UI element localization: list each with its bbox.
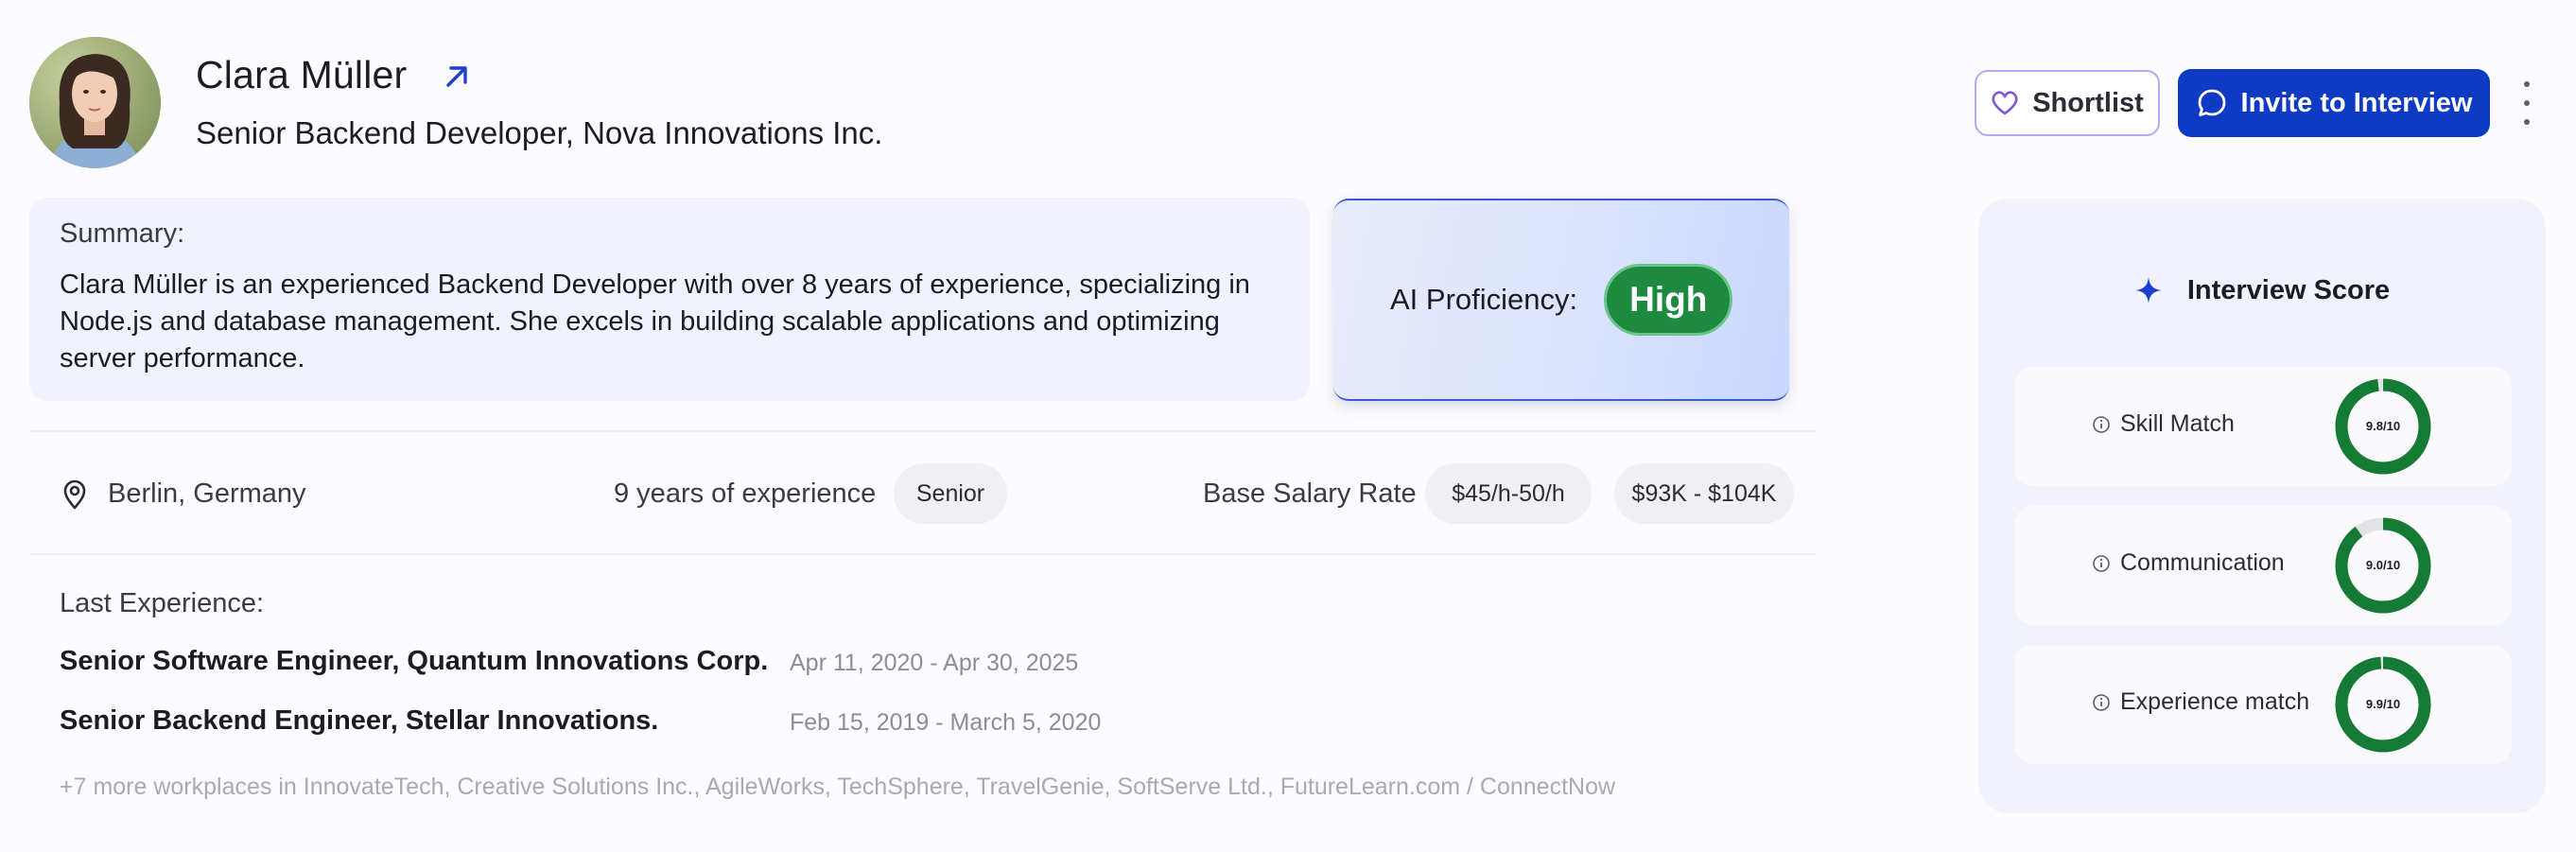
score-ring: 9.0/10 — [2335, 517, 2431, 614]
candidate-name: Clara Müller — [196, 53, 408, 96]
info-icon[interactable] — [2092, 554, 2111, 573]
chat-bubble-icon — [2198, 89, 2225, 116]
interview-score-header: Interview Score — [1978, 267, 2546, 314]
experience-title: Senior Backend Engineer, Stellar Innovat… — [60, 705, 659, 736]
score-value: 9.8/10 — [2366, 419, 2400, 433]
heart-icon — [1992, 91, 2018, 115]
summary-label: Summary: — [60, 218, 185, 249]
interview-score-title: Interview Score — [2186, 274, 2391, 305]
experience-dates: Apr 11, 2020 - Apr 30, 2025 — [790, 650, 1079, 676]
location-pin-icon — [63, 479, 86, 510]
score-label-wrap: Experience match — [2092, 688, 2309, 716]
shortlist-label: Shortlist — [2032, 87, 2144, 118]
sparkle-icon — [2134, 277, 2162, 304]
score-label-wrap: Communication — [2092, 549, 2285, 577]
external-link-icon[interactable] — [441, 61, 473, 93]
score-card: Communication 9.0/10 — [2014, 506, 2512, 625]
more-options-icon[interactable] — [2515, 81, 2538, 125]
score-ring: 9.9/10 — [2335, 656, 2431, 753]
ai-proficiency-label: AI Proficiency: — [1390, 283, 1578, 316]
annual-salary-badge: $93K - $104K — [1614, 463, 1794, 524]
ai-proficiency-box: AI Proficiency: High — [1333, 199, 1789, 401]
score-ring: 9.8/10 — [2335, 378, 2431, 475]
divider — [29, 430, 1817, 432]
seniority-badge: Senior — [894, 463, 1007, 524]
score-value: 9.0/10 — [2366, 558, 2400, 572]
interview-score-panel: Interview Score Skill Match 9.8/10 Commu… — [1978, 199, 2546, 813]
invite-label: Invite to Interview — [2240, 87, 2473, 118]
shortlist-button[interactable]: Shortlist — [1975, 70, 2160, 136]
invite-to-interview-button[interactable]: Invite to Interview — [2178, 69, 2490, 137]
experience-title: Senior Software Engineer, Quantum Innova… — [60, 646, 769, 676]
score-label: Experience match — [2120, 688, 2310, 715]
candidate-card: Clara Müller Senior Backend Developer, N… — [0, 0, 2576, 852]
info-icon[interactable] — [2092, 693, 2111, 712]
experience-item: Senior Backend Engineer, Stellar Innovat… — [60, 705, 1762, 743]
ai-proficiency-badge: High — [1604, 264, 1733, 336]
score-card: Skill Match 9.8/10 — [2014, 367, 2512, 486]
salary-label: Base Salary Rate — [1203, 478, 1417, 509]
divider — [29, 553, 1817, 555]
info-icon[interactable] — [2092, 415, 2111, 434]
candidate-role: Senior Backend Developer, Nova Innovatio… — [196, 115, 883, 150]
hourly-rate-badge: $45/h-50/h — [1425, 463, 1592, 524]
location-text: Berlin, Germany — [108, 478, 306, 509]
score-label-wrap: Skill Match — [2092, 410, 2235, 438]
experience-item: Senior Software Engineer, Quantum Innova… — [60, 646, 1762, 684]
score-value: 9.9/10 — [2366, 697, 2400, 711]
more-workplaces-text: +7 more workplaces in InnovateTech, Crea… — [60, 774, 1616, 800]
experience-dates: Feb 15, 2019 - March 5, 2020 — [790, 709, 1102, 736]
score-label: Communication — [2120, 549, 2285, 576]
summary-box: Summary: Clara Müller is an experienced … — [29, 198, 1310, 401]
summary-text: Clara Müller is an experienced Backend D… — [60, 270, 1250, 374]
score-card: Experience match 9.9/10 — [2014, 645, 2512, 764]
experience-years: 9 years of experience — [614, 478, 877, 509]
avatar — [29, 37, 161, 168]
info-row: Berlin, Germany 9 years of experience Se… — [0, 463, 1816, 524]
score-label: Skill Match — [2120, 410, 2235, 437]
last-experience-label: Last Experience: — [60, 588, 265, 618]
